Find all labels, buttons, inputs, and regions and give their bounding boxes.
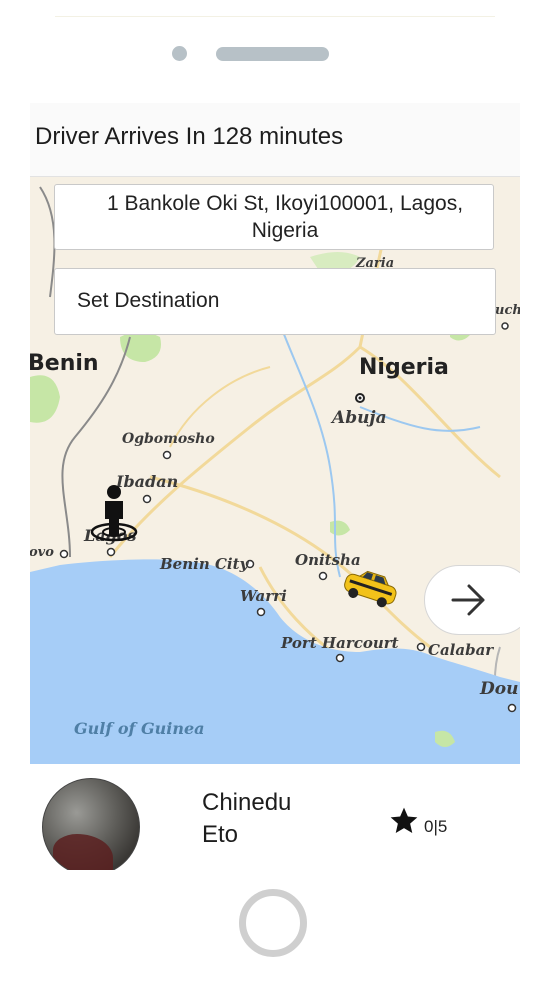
map-label-benin: Benin bbox=[30, 351, 99, 376]
arrow-right-icon bbox=[451, 584, 485, 616]
speaker-bar bbox=[216, 47, 329, 61]
driver-name: Chinedu Eto bbox=[202, 787, 342, 851]
pickup-address-field[interactable]: 1 Bankole Oki St, Ikoyi100001, Lagos, Ni… bbox=[54, 184, 494, 250]
map-label-benin-city: Benin City bbox=[160, 555, 249, 573]
map-label-abuja: Abuja bbox=[332, 408, 387, 428]
star-icon bbox=[390, 807, 418, 833]
driver-avatar[interactable] bbox=[42, 778, 140, 870]
driver-first-name: Chinedu bbox=[202, 789, 292, 816]
map-label-warri: Warri bbox=[240, 587, 287, 605]
next-button[interactable] bbox=[424, 565, 520, 635]
map-label-port-harcourt: Port Harcourt bbox=[281, 634, 399, 652]
top-divider bbox=[55, 16, 495, 17]
driver-last-name: Eto bbox=[202, 821, 239, 848]
map-label-ogbomosho: Ogbomosho bbox=[122, 431, 215, 447]
eta-title: Driver Arrives In 128 minutes bbox=[35, 123, 344, 150]
driver-rating: 0|5 bbox=[424, 817, 448, 836]
map-view[interactable]: Nigeria Benin Abuja Zaria uch Ogbomosho … bbox=[30, 177, 520, 764]
map-label-onitsha: Onitsha bbox=[295, 551, 361, 569]
map-label-porto-novo: ovo bbox=[30, 545, 54, 560]
map-canvas bbox=[30, 186, 520, 764]
map-label-gulf-of-guinea: Gulf of Guinea bbox=[74, 719, 205, 738]
home-button[interactable] bbox=[239, 889, 307, 957]
map-label-nigeria: Nigeria bbox=[359, 355, 449, 380]
camera-dot bbox=[172, 46, 187, 61]
app-header: Driver Arrives In 128 minutes bbox=[30, 103, 520, 177]
map-label-douala: Dou bbox=[480, 679, 519, 699]
map-label-calabar: Calabar bbox=[428, 641, 494, 659]
driver-panel: Chinedu Eto 0|5 bbox=[30, 765, 520, 870]
app-screen: Driver Arrives In 128 minutes Nigeria Be… bbox=[30, 103, 520, 870]
map-label-kaduna: uch bbox=[495, 303, 520, 318]
destination-field[interactable]: Set Destination bbox=[54, 268, 496, 335]
